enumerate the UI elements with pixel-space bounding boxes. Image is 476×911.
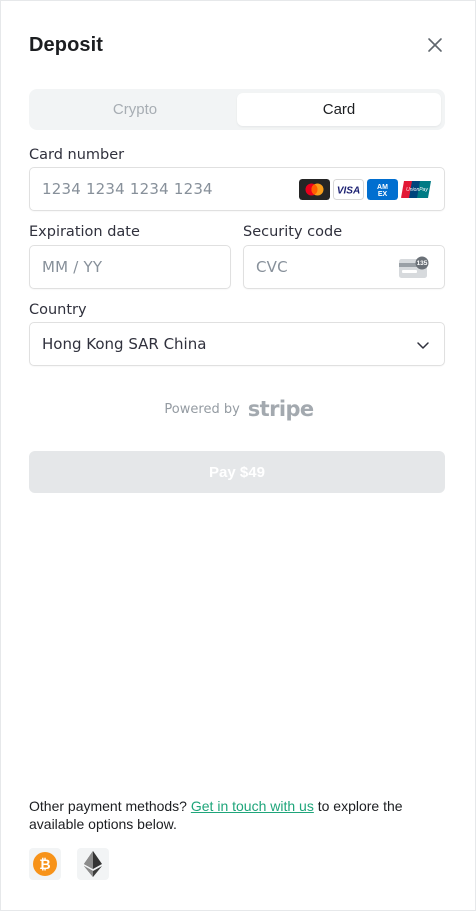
expiration-label: Expiration date bbox=[29, 224, 140, 240]
tab-crypto[interactable]: Crypto bbox=[33, 93, 237, 126]
bitcoin-icon: ₿ bbox=[33, 852, 57, 876]
card-number-placeholder: 1234 1234 1234 1234 bbox=[42, 180, 213, 198]
security-code-field[interactable]: CVC 135 bbox=[243, 245, 445, 289]
svg-text:VISA: VISA bbox=[337, 186, 360, 197]
header: Deposit bbox=[29, 31, 447, 61]
country-select[interactable]: Hong Kong SAR China bbox=[29, 322, 445, 366]
card-brands: VISA AM EX UnionPay bbox=[299, 179, 432, 200]
cvc-card-icon: 135 bbox=[399, 256, 429, 278]
card-number-field[interactable]: 1234 1234 1234 1234 VISA AM EX UnionPay bbox=[29, 167, 445, 211]
svg-text:UnionPay: UnionPay bbox=[406, 187, 428, 193]
close-icon bbox=[428, 38, 442, 52]
deposit-panel: Deposit Crypto Card Card number 1234 123… bbox=[0, 0, 476, 911]
cvc-icon-number: 135 bbox=[417, 260, 428, 267]
ethereum-option[interactable] bbox=[77, 848, 109, 880]
powered-by-stripe: Powered by stripe bbox=[1, 397, 476, 421]
alternative-payment-methods: ₿ bbox=[29, 848, 109, 880]
stripe-logo: stripe bbox=[247, 397, 314, 421]
other-payment-methods-text: Other payment methods? Get in touch with… bbox=[29, 797, 449, 833]
pay-button[interactable]: Pay $49 bbox=[29, 451, 445, 493]
visa-icon: VISA bbox=[333, 179, 364, 200]
card-number-label: Card number bbox=[29, 147, 125, 163]
svg-text:AM: AM bbox=[377, 184, 388, 191]
powered-by-text: Powered by bbox=[164, 401, 240, 417]
tab-card[interactable]: Card bbox=[237, 93, 441, 126]
footer-prefix: Other payment methods? bbox=[29, 798, 187, 814]
svg-text:₿: ₿ bbox=[39, 857, 50, 873]
payment-method-tabs: Crypto Card bbox=[29, 89, 445, 130]
expiration-field[interactable]: MM / YY bbox=[29, 245, 231, 289]
close-button[interactable] bbox=[423, 33, 447, 57]
security-code-placeholder: CVC bbox=[256, 258, 288, 276]
country-label: Country bbox=[29, 302, 87, 318]
ethereum-icon bbox=[84, 851, 102, 877]
unionpay-icon: UnionPay bbox=[401, 179, 432, 200]
mastercard-icon bbox=[299, 179, 330, 200]
security-code-label: Security code bbox=[243, 224, 343, 240]
chevron-down-icon bbox=[417, 342, 429, 349]
page-title: Deposit bbox=[29, 34, 104, 56]
svg-text:EX: EX bbox=[378, 191, 388, 198]
bitcoin-option[interactable]: ₿ bbox=[29, 848, 61, 880]
country-selected-value: Hong Kong SAR China bbox=[42, 335, 207, 353]
amex-icon: AM EX bbox=[367, 179, 398, 200]
expiration-placeholder: MM / YY bbox=[42, 258, 103, 276]
get-in-touch-link[interactable]: Get in touch with us bbox=[191, 798, 314, 814]
